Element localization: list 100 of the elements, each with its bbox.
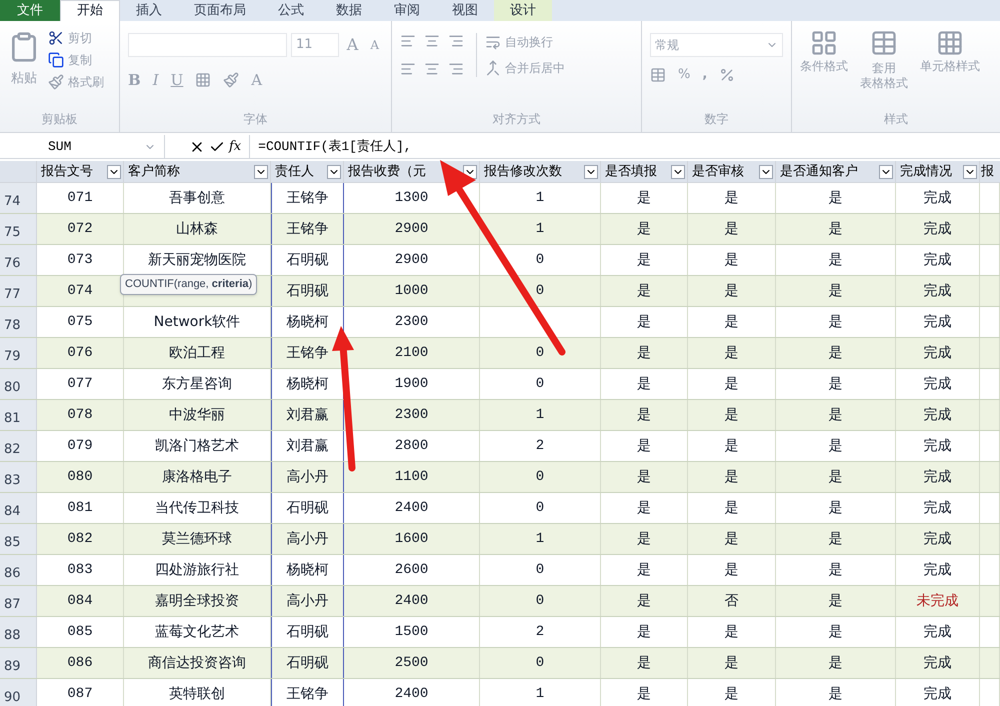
table-cell-text: 是 xyxy=(724,188,738,208)
ribbon-tab[interactable]: 设计 xyxy=(494,0,552,21)
table-cell-text: Network软件 xyxy=(154,312,240,332)
table-cell-text: 吾事创意 xyxy=(169,188,225,208)
ribbon-tab[interactable]: 页面布局 xyxy=(178,0,262,21)
ribbon-tab[interactable]: 插入 xyxy=(120,0,178,21)
column-header: 报 xyxy=(981,162,994,181)
table-cell-text: 刘君赢 xyxy=(286,436,328,456)
name-box[interactable]: SUM xyxy=(8,136,72,156)
table-cell-text: 完成 xyxy=(924,498,952,518)
table-cell-text: 是 xyxy=(637,374,651,394)
brush-icon xyxy=(48,74,64,90)
table-cell-text: 完成 xyxy=(924,560,952,580)
filter-button[interactable] xyxy=(671,164,685,178)
filter-button[interactable] xyxy=(963,164,977,178)
table-cell-text: 杨晓柯 xyxy=(286,374,328,394)
table-cell-text: 2800 xyxy=(394,436,428,456)
table-cell-text: 是 xyxy=(828,498,842,518)
table-cell-text: 0 xyxy=(536,560,544,580)
ribbon-tab[interactable]: 数据 xyxy=(320,0,378,21)
table-cell-text: 当代传卫科技 xyxy=(155,498,239,518)
filter-button[interactable] xyxy=(107,164,121,178)
table-cell-text: 071 xyxy=(67,188,93,208)
ribbon-tab[interactable]: 开始 xyxy=(60,0,120,21)
table-cell-text: 高小丹 xyxy=(286,468,328,486)
table-cell-text: 否 xyxy=(724,592,738,610)
filter-button[interactable] xyxy=(254,164,268,178)
table-cell-text: 是 xyxy=(828,312,842,332)
row-number: 81 xyxy=(4,410,21,428)
column-header: 责任人 xyxy=(275,162,314,181)
table-cell-text: 是 xyxy=(828,468,842,486)
table-cell-text: 是 xyxy=(828,436,842,456)
table-cell-text: 完成 xyxy=(924,530,952,548)
ribbon-tab[interactable]: 审阅 xyxy=(378,0,436,21)
table-cell-text: 1500 xyxy=(394,622,428,642)
filter-button[interactable] xyxy=(327,164,341,178)
table-cell-text: 是 xyxy=(724,282,738,300)
ribbon-tab[interactable]: 公式 xyxy=(262,0,320,21)
table-cell-text: 0 xyxy=(536,592,544,610)
table-cell-text: 2900 xyxy=(394,250,428,270)
table-cell-text: 1100 xyxy=(394,468,428,486)
table-cell-text: 石明砚 xyxy=(286,250,328,270)
table-cell-text: 王铭争 xyxy=(286,344,328,362)
filter-button[interactable] xyxy=(584,164,598,178)
table-cell-text: 072 xyxy=(67,220,93,238)
table-cell-text: 是 xyxy=(724,436,738,456)
table-cell-text: 083 xyxy=(67,560,93,580)
table-cell-text: 王铭争 xyxy=(286,220,328,238)
table-cell-text: 是 xyxy=(724,654,738,672)
table-cell-text: 0 xyxy=(536,654,544,672)
table-cell-text: 刘君赢 xyxy=(286,406,328,424)
table-cell-text: 078 xyxy=(67,406,93,424)
ribbon-tab[interactable]: 文件 xyxy=(0,0,60,21)
table-cell-text: 是 xyxy=(724,530,738,548)
group-label: 样式 xyxy=(883,111,909,128)
table-cell-text: 2600 xyxy=(394,560,428,580)
table-cell-text: 1 xyxy=(536,406,544,424)
table-cell-text: 是 xyxy=(637,530,651,548)
row-number: 78 xyxy=(4,316,21,334)
table-cell-text: 是 xyxy=(637,220,651,238)
table-cell-text: 087 xyxy=(67,684,93,704)
column-header: 客户简称 xyxy=(128,162,180,181)
table-cell-text: 076 xyxy=(67,344,93,362)
table-cell-text: 1600 xyxy=(394,530,428,548)
table-cell-text: 2400 xyxy=(394,684,428,704)
table-cell-text: 是 xyxy=(637,406,651,424)
table-cell-text: 完成 xyxy=(924,220,952,238)
table-cell-text: 075 xyxy=(67,312,93,332)
row-number: 90 xyxy=(4,688,21,706)
row-number: 85 xyxy=(4,534,21,552)
group-label: 数字 xyxy=(704,111,730,128)
table-cell-text: 1900 xyxy=(394,374,428,394)
table-cell-text: 073 xyxy=(67,250,93,270)
ribbon-tab[interactable]: 视图 xyxy=(436,0,494,21)
formula-field[interactable]: =COUNTIF(表1[责任人], xyxy=(249,135,412,158)
table-cell-text: 是 xyxy=(637,436,651,456)
table-cell-text: 是 xyxy=(637,312,651,332)
filter-button[interactable] xyxy=(759,164,773,178)
column-header: 是否填报 xyxy=(605,162,657,181)
row-number: 88 xyxy=(4,626,21,644)
table-cell-text: 0 xyxy=(536,374,544,394)
table-cell-text: 蓝莓文化艺术 xyxy=(155,622,239,642)
table-cell-text: 是 xyxy=(724,560,738,580)
table-cell-text: 杨晓柯 xyxy=(286,312,328,332)
row-number: 74 xyxy=(4,192,21,210)
table-cell-text: 是 xyxy=(828,592,842,610)
table-cell-text: 石明砚 xyxy=(286,654,328,672)
grid-icon xyxy=(810,29,838,57)
table-cell-text: 是 xyxy=(828,530,842,548)
table-cell-text: 杨晓柯 xyxy=(286,560,328,580)
row-number: 80 xyxy=(4,378,21,396)
table-cell-text: 高小丹 xyxy=(286,530,328,548)
align-middle-icon xyxy=(424,33,440,49)
table-cell-text: 0 xyxy=(536,344,544,362)
table-cell-text: 完成 xyxy=(924,654,952,672)
table-cell-text: 完成 xyxy=(924,406,952,424)
table-cell-text: 是 xyxy=(828,250,842,270)
table-cell-text: 完成 xyxy=(924,468,952,486)
table-cell-text: 是 xyxy=(637,498,651,518)
filter-button[interactable] xyxy=(879,164,893,178)
